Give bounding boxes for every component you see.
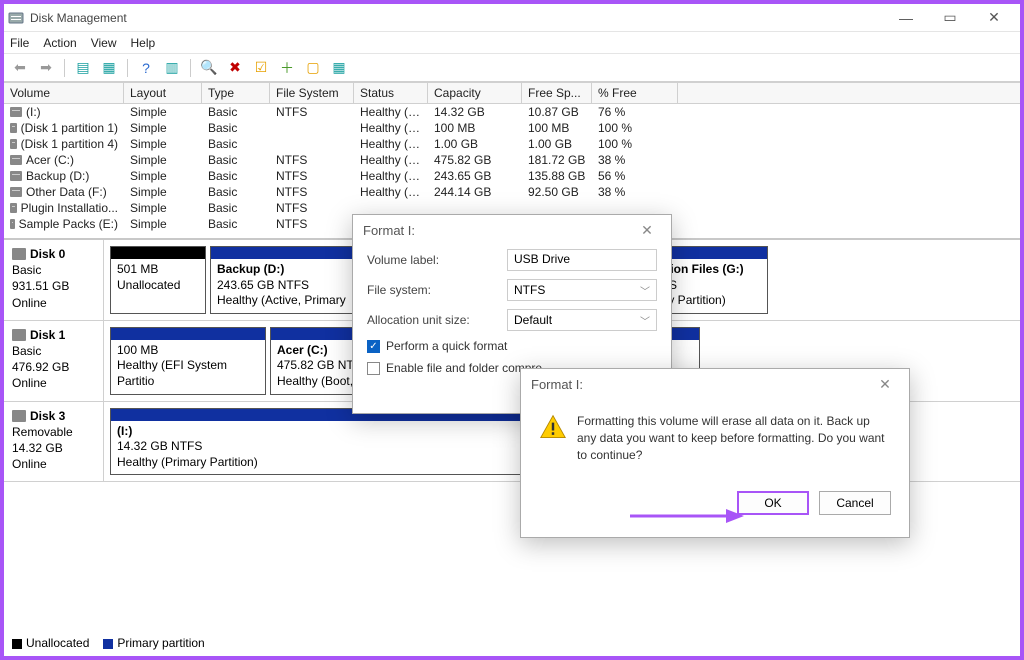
menu-file[interactable]: File xyxy=(10,36,29,50)
table-row[interactable]: (Disk 1 partition 4)SimpleBasicHealthy (… xyxy=(4,136,1020,152)
volume-label-input[interactable]: USB Drive xyxy=(507,249,657,271)
filesystem-lbl: File system: xyxy=(367,283,507,297)
find-icon[interactable]: 🔍 xyxy=(199,58,219,78)
drive-icon xyxy=(10,107,22,117)
table-row[interactable]: Backup (D:)SimpleBasicNTFSHealthy (A...2… xyxy=(4,168,1020,184)
new-icon[interactable]: ＋ xyxy=(277,58,297,78)
back-icon[interactable]: ⬅ xyxy=(10,58,30,78)
dialog-title: Format I: xyxy=(353,215,671,245)
col-free[interactable]: Free Sp... xyxy=(522,83,592,103)
help-icon[interactable]: ? xyxy=(136,58,156,78)
window-title: Disk Management xyxy=(30,11,884,25)
chevron-down-icon: ﹀ xyxy=(640,313,650,328)
drive-icon xyxy=(10,155,22,165)
table-row[interactable]: (Disk 1 partition 1)SimpleBasicHealthy (… xyxy=(4,120,1020,136)
drive-icon xyxy=(10,139,17,149)
quick-format-label: Perform a quick format xyxy=(386,339,507,353)
drive-icon xyxy=(10,171,22,181)
alloc-lbl: Allocation unit size: xyxy=(367,313,507,327)
col-pct[interactable]: % Free xyxy=(592,83,678,103)
col-status[interactable]: Status xyxy=(354,83,428,103)
col-layout[interactable]: Layout xyxy=(124,83,202,103)
menu-help[interactable]: Help xyxy=(131,36,156,50)
col-type[interactable]: Type xyxy=(202,83,270,103)
table-row[interactable]: Other Data (F:)SimpleBasicNTFSHealthy (P… xyxy=(4,184,1020,200)
legend: Unallocated Primary partition xyxy=(12,636,205,650)
menu-action[interactable]: Action xyxy=(43,36,76,50)
grid-icon[interactable]: ▦ xyxy=(329,58,349,78)
delete-icon[interactable]: ✖ xyxy=(225,58,245,78)
drive-icon xyxy=(10,187,22,197)
checkbox-icon xyxy=(367,362,380,375)
menu-view[interactable]: View xyxy=(91,36,117,50)
menubar: File Action View Help xyxy=(4,32,1020,54)
col-spacer xyxy=(678,83,1020,103)
dialog-close-icon[interactable]: ✕ xyxy=(629,219,665,241)
minimize-button[interactable]: ― xyxy=(884,4,928,32)
disk-info[interactable]: Disk 3Removable14.32 GBOnline xyxy=(4,402,104,482)
confirm-message: Formatting this volume will erase all da… xyxy=(577,413,891,463)
hdd-icon xyxy=(12,329,26,341)
partition[interactable]: 100 MBHealthy (EFI System Partitio xyxy=(110,327,266,395)
hdd-icon xyxy=(12,248,26,260)
col-fs[interactable]: File System xyxy=(270,83,354,103)
confirm-close-icon[interactable]: ✕ xyxy=(867,373,903,395)
drive-icon xyxy=(10,203,17,213)
forward-icon[interactable]: ➡ xyxy=(36,58,56,78)
legend-primary: Primary partition xyxy=(103,636,204,650)
titlebar: Disk Management ― ▭ ✕ xyxy=(4,4,1020,32)
warning-icon xyxy=(539,413,565,439)
hdd-icon xyxy=(12,410,26,422)
table-row[interactable]: (I:)SimpleBasicNTFSHealthy (P...14.32 GB… xyxy=(4,104,1020,120)
disk-info[interactable]: Disk 1Basic476.92 GBOnline xyxy=(4,321,104,401)
col-volume[interactable]: Volume xyxy=(4,83,124,103)
checklist-icon[interactable]: ☑ xyxy=(251,58,271,78)
maximize-button[interactable]: ▭ xyxy=(928,4,972,32)
close-button[interactable]: ✕ xyxy=(972,4,1016,32)
view-top-icon[interactable]: ▤ xyxy=(73,58,93,78)
app-window: Disk Management ― ▭ ✕ File Action View H… xyxy=(0,0,1024,660)
chevron-down-icon: ﹀ xyxy=(640,283,650,298)
drive-icon xyxy=(10,123,17,133)
filesystem-select[interactable]: NTFS﹀ xyxy=(507,279,657,301)
quick-format-checkbox[interactable]: ✓ Perform a quick format xyxy=(353,335,671,357)
compress-label: Enable file and folder compre xyxy=(386,361,542,375)
col-capacity[interactable]: Capacity xyxy=(428,83,522,103)
settings-icon[interactable]: ▥ xyxy=(162,58,182,78)
disk-info[interactable]: Disk 0Basic931.51 GBOnline xyxy=(4,240,104,320)
view-bottom-icon[interactable]: ▦ xyxy=(99,58,119,78)
ok-button[interactable]: OK xyxy=(737,491,809,515)
toolbar: ⬅ ➡ ▤ ▦ ? ▥ 🔍 ✖ ☑ ＋ ▢ ▦ xyxy=(4,54,1020,82)
doc-icon[interactable]: ▢ xyxy=(303,58,323,78)
checkbox-checked-icon: ✓ xyxy=(367,340,380,353)
confirm-title: Format I: xyxy=(521,369,909,399)
table-body: (I:)SimpleBasicNTFSHealthy (P...14.32 GB… xyxy=(4,104,1020,232)
table-header: Volume Layout Type File System Status Ca… xyxy=(4,83,1020,104)
table-row[interactable]: Acer (C:)SimpleBasicNTFSHealthy (B...475… xyxy=(4,152,1020,168)
drive-icon xyxy=(10,219,15,229)
app-icon xyxy=(8,10,24,26)
unallocated-space[interactable]: 501 MBUnallocated xyxy=(110,246,206,314)
volume-label-lbl: Volume label: xyxy=(367,253,507,267)
cancel-button[interactable]: Cancel xyxy=(819,491,891,515)
alloc-select[interactable]: Default﹀ xyxy=(507,309,657,331)
legend-unallocated: Unallocated xyxy=(12,636,89,650)
volume-table: Volume Layout Type File System Status Ca… xyxy=(4,82,1020,232)
annotation-arrow-icon xyxy=(626,504,746,528)
